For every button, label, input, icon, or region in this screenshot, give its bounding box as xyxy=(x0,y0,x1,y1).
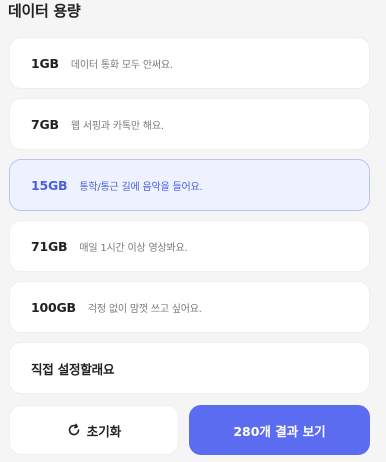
option-desc: 통학/통근 길에 음악을 들어요. xyxy=(79,181,203,193)
option-size: 7GB xyxy=(31,116,59,132)
reset-button[interactable]: 초기화 xyxy=(9,405,179,455)
option-1gb[interactable]: 1GB 데이터 통화 모두 안써요. xyxy=(9,37,370,89)
option-custom[interactable]: 직접 설정할래요 xyxy=(9,342,370,394)
show-results-label: 280개 결과 보기 xyxy=(233,423,326,439)
reset-label: 초기화 xyxy=(86,423,122,439)
option-15gb[interactable]: 15GB 통학/통근 길에 음악을 들어요. xyxy=(9,159,370,211)
option-size: 1GB xyxy=(31,55,59,71)
option-desc: 매일 1시간 이상 영상봐요. xyxy=(79,242,188,254)
option-desc: 웹 서핑과 카톡만 해요. xyxy=(70,120,164,132)
option-size: 100GB xyxy=(31,299,76,315)
data-plan-filter: 데이터 용량 1GB 데이터 통화 모두 안써요. 7GB 웹 서핑과 카톡만 … xyxy=(0,0,386,462)
option-desc: 데이터 통화 모두 안써요. xyxy=(70,59,173,71)
data-options-list: 1GB 데이터 통화 모두 안써요. 7GB 웹 서핑과 카톡만 해요. 15G… xyxy=(9,37,370,403)
option-100gb[interactable]: 100GB 걱정 없이 맘껏 쓰고 싶어요. xyxy=(9,281,370,333)
footer-actions: 초기화 280개 결과 보기 xyxy=(9,405,370,455)
option-size: 15GB xyxy=(31,177,68,193)
option-7gb[interactable]: 7GB 웹 서핑과 카톡만 해요. xyxy=(9,98,370,150)
refresh-icon xyxy=(67,423,81,437)
show-results-button[interactable]: 280개 결과 보기 xyxy=(189,405,370,455)
option-71gb[interactable]: 71GB 매일 1시간 이상 영상봐요. xyxy=(9,220,370,272)
option-desc: 걱정 없이 맘껏 쓰고 싶어요. xyxy=(87,303,202,315)
section-title: 데이터 용량 xyxy=(8,2,81,20)
option-size: 직접 설정할래요 xyxy=(31,361,115,377)
option-size: 71GB xyxy=(31,238,68,254)
